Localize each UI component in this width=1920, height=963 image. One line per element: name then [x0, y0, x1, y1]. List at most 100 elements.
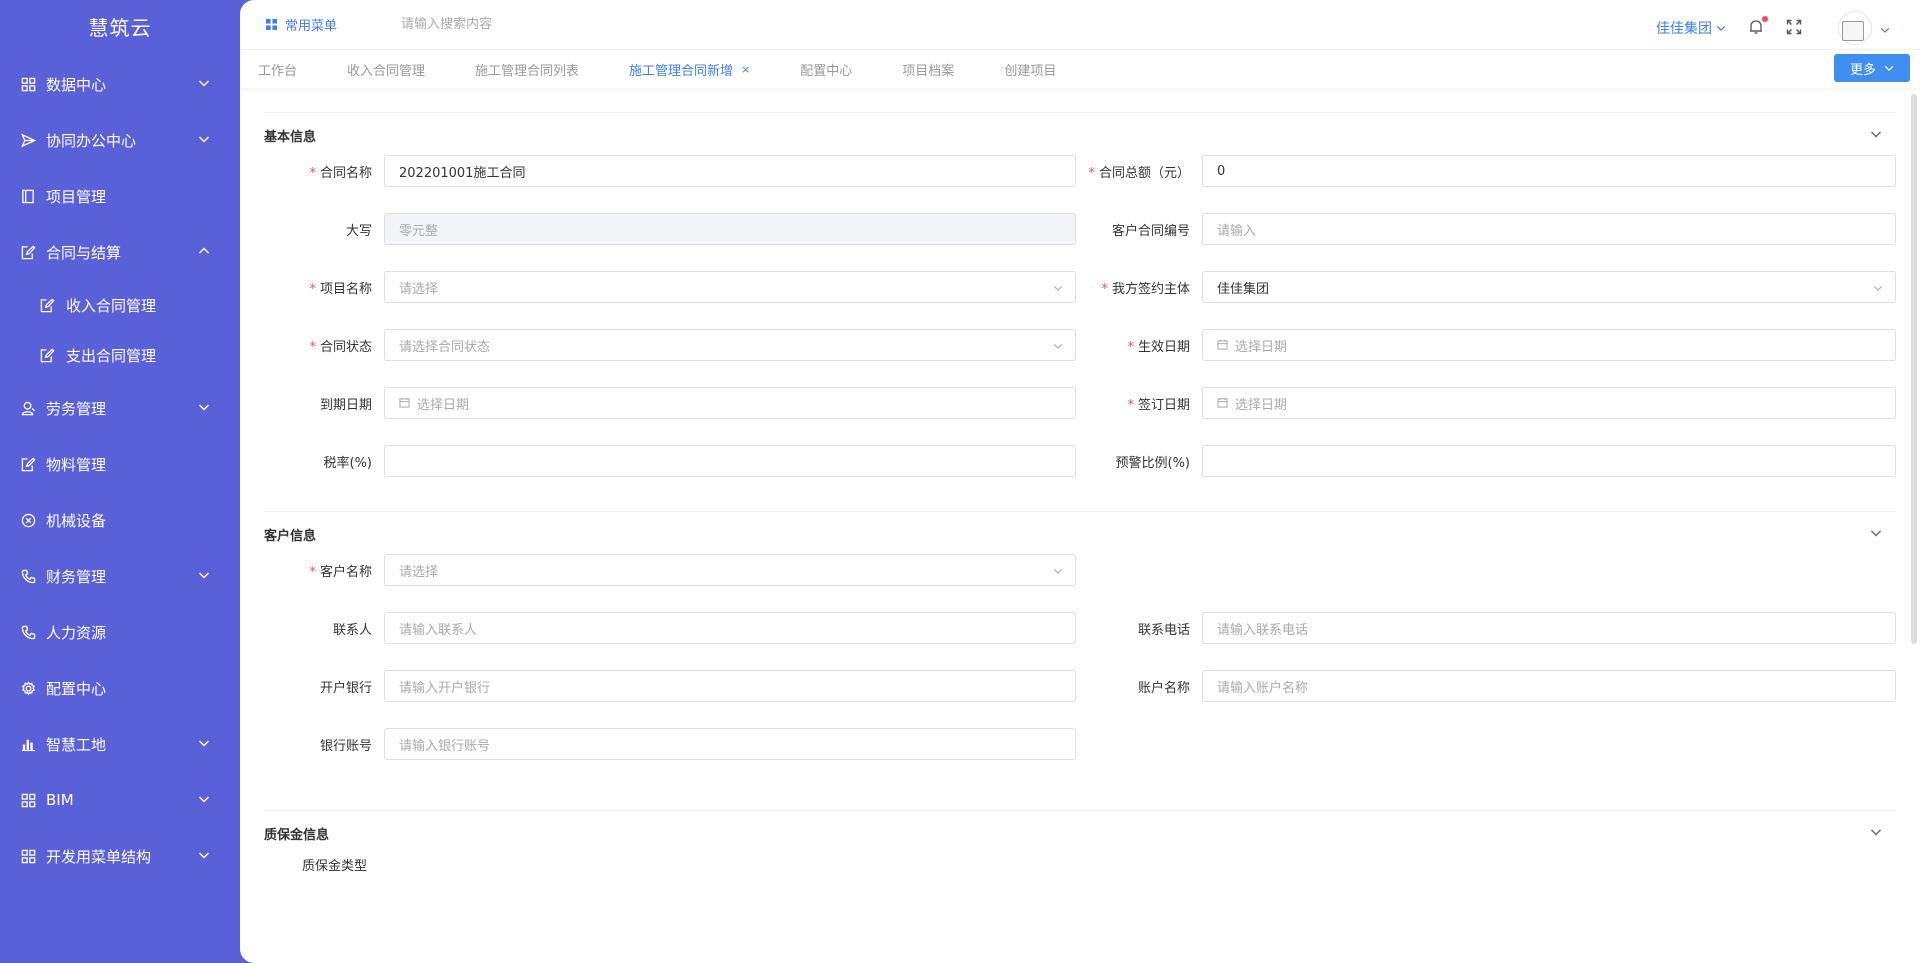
tab-workbench[interactable]: 工作台 — [258, 60, 297, 79]
common-menu-label: 常用菜单 — [285, 19, 338, 34]
input-placeholder: 请输入开户银行 — [399, 680, 491, 696]
field-label: 联系电话 — [1137, 622, 1190, 638]
bank-account-input[interactable]: 请输入银行账号 — [384, 728, 1076, 760]
field-label: 税率(%) — [323, 455, 373, 471]
input-value: 202201001施工合同 — [399, 165, 526, 181]
chevron-down-icon[interactable] — [1880, 23, 1890, 33]
field-label: 银行账号 — [319, 738, 372, 754]
effective-date-picker[interactable]: 选择日期 — [1202, 329, 1896, 361]
calendar-icon — [1217, 339, 1229, 351]
tab-label: 创建项目 — [1004, 63, 1057, 79]
field-expire-date: 到期日期 选择日期 — [264, 387, 1082, 419]
tab-label: 施工管理合同新增 — [629, 63, 734, 79]
contract-total-input[interactable]: 0 — [1202, 155, 1896, 187]
our-signer-select[interactable]: 佳佳集团 — [1202, 271, 1896, 303]
contract-name-input[interactable]: 202201001施工合同 — [384, 155, 1076, 187]
sidebar-item-collab-office[interactable]: 协同办公中心 — [0, 112, 240, 168]
warning-ratio-input[interactable] — [1202, 445, 1896, 477]
company-switcher[interactable]: 佳佳集团 — [1656, 18, 1726, 38]
field-label: 生效日期 — [1137, 339, 1190, 355]
field-label: 联系人 — [332, 622, 372, 638]
sidebar-item-config[interactable]: 配置中心 — [0, 660, 240, 716]
chevron-down-icon[interactable] — [1870, 128, 1884, 142]
sidebar-item-label: 配置中心 — [46, 679, 107, 698]
chevron-down-icon — [1884, 65, 1894, 72]
sidebar-subitem-label: 支出合同管理 — [66, 346, 157, 365]
tab-income-contract[interactable]: 收入合同管理 — [347, 60, 425, 79]
phone-input[interactable]: 请输入联系电话 — [1202, 612, 1896, 644]
chevron-down-icon[interactable] — [1870, 826, 1884, 840]
tab-construction-contract-new[interactable]: 施工管理合同新增 × — [629, 60, 750, 79]
sidebar-item-finance[interactable]: 财务管理 — [0, 548, 240, 604]
search-input[interactable] — [401, 17, 622, 32]
sidebar-item-smart-site[interactable]: 智慧工地 — [0, 716, 240, 772]
client-contract-no-input[interactable]: 请输入 — [1202, 213, 1896, 245]
sidebar-item-label: BIM — [46, 791, 74, 809]
sidebar-item-label: 数据中心 — [46, 75, 107, 94]
sidebar-subitem-income-contract[interactable]: 收入合同管理 — [0, 280, 240, 330]
sidebar-item-label: 智慧工地 — [46, 735, 107, 754]
fullscreen-button[interactable] — [1786, 19, 1804, 37]
field-account-name: 账户名称 请输入账户名称 — [1082, 670, 1896, 702]
sidebar-item-labor[interactable]: 劳务管理 — [0, 380, 240, 436]
field-label: 合同总额（元） — [1098, 165, 1190, 181]
input-placeholder: 请选择合同状态 — [399, 339, 491, 355]
uppercase-amount-input: 零元整 — [384, 213, 1076, 245]
sidebar-item-machinery[interactable]: 机械设备 — [0, 492, 240, 548]
tab-project-archive[interactable]: 项目档案 — [902, 60, 954, 79]
sidebar-item-bim[interactable]: BIM — [0, 772, 240, 828]
field-bank-account: 银行账号 请输入银行账号 — [264, 728, 1084, 760]
sidebar-subitem-expense-contract[interactable]: 支出合同管理 — [0, 330, 240, 380]
tax-rate-input[interactable] — [384, 445, 1076, 477]
sidebar-item-hr[interactable]: 人力资源 — [0, 604, 240, 660]
sidebar-item-dev-menu[interactable]: 开发用菜单结构 — [0, 828, 240, 884]
more-button[interactable]: 更多 — [1834, 54, 1910, 82]
calendar-icon — [399, 397, 411, 409]
tab-label: 配置中心 — [800, 63, 853, 79]
field-label: 开户银行 — [319, 680, 372, 696]
field-contact: 联系人 请输入联系人 — [264, 612, 1082, 644]
tab-construction-contract-list[interactable]: 施工管理合同列表 — [475, 60, 579, 79]
chevron-down-icon — [1053, 340, 1063, 350]
chevron-down-icon — [1716, 25, 1726, 31]
tab-create-project[interactable]: 创建项目 — [1004, 60, 1056, 79]
common-menu-button[interactable]: 常用菜单 — [266, 15, 337, 34]
field-contract-name: * 合同名称 202201001施工合同 — [264, 155, 1082, 187]
sidebar-item-label: 机械设备 — [46, 511, 107, 530]
contract-status-select[interactable]: 请选择合同状态 — [384, 329, 1076, 361]
input-placeholder: 请输入 — [1217, 223, 1257, 239]
grid-icon — [20, 76, 36, 92]
account-name-input[interactable]: 请输入账户名称 — [1202, 670, 1896, 702]
project-name-select[interactable]: 请选择 — [384, 271, 1076, 303]
user-icon — [20, 400, 36, 416]
field-our-signer: * 我方签约主体 佳佳集团 — [1082, 271, 1896, 303]
field-label: 签订日期 — [1137, 397, 1190, 413]
field-project-name: * 项目名称 请选择 — [264, 271, 1082, 303]
avatar[interactable] — [1838, 11, 1872, 45]
client-name-select[interactable]: 请选择 — [384, 554, 1076, 586]
bank-input[interactable]: 请输入开户银行 — [384, 670, 1076, 702]
sidebar-item-data-center[interactable]: 数据中心 — [0, 56, 240, 112]
expire-date-picker[interactable]: 选择日期 — [384, 387, 1076, 419]
field-tax-rate: 税率(%) — [264, 445, 1082, 477]
input-value: 零元整 — [399, 223, 439, 239]
circle-x-icon — [20, 512, 36, 528]
tab-bar: 工作台 收入合同管理 施工管理合同列表 施工管理合同新增 × 配置中心 项目档案… — [240, 50, 1920, 88]
sidebar-item-project-mgmt[interactable]: 项目管理 — [0, 168, 240, 224]
close-icon[interactable]: × — [741, 63, 750, 76]
chevron-down-icon — [198, 131, 210, 149]
field-client-contract-no: 客户合同编号 请输入 — [1082, 213, 1896, 245]
required-mark: * — [309, 339, 316, 355]
sidebar-item-material[interactable]: 物料管理 — [0, 436, 240, 492]
chevron-down-icon[interactable] — [1870, 527, 1884, 541]
edit-icon — [40, 297, 56, 313]
contact-input[interactable]: 请输入联系人 — [384, 612, 1076, 644]
notification-button[interactable] — [1748, 16, 1768, 37]
field-warning-ratio: 预警比例(%) — [1082, 445, 1896, 477]
sidebar-item-contract-settlement[interactable]: 合同与结算 — [0, 224, 240, 280]
tab-config-center[interactable]: 配置中心 — [800, 60, 852, 79]
chevron-up-icon — [198, 243, 210, 261]
edit-icon — [40, 347, 56, 363]
sidebar: 慧筑云 数据中心 协同办公中心 项目管理 合同与结算 收入合同管理 支出合同管理… — [0, 0, 240, 963]
sign-date-picker[interactable]: 选择日期 — [1202, 387, 1896, 419]
